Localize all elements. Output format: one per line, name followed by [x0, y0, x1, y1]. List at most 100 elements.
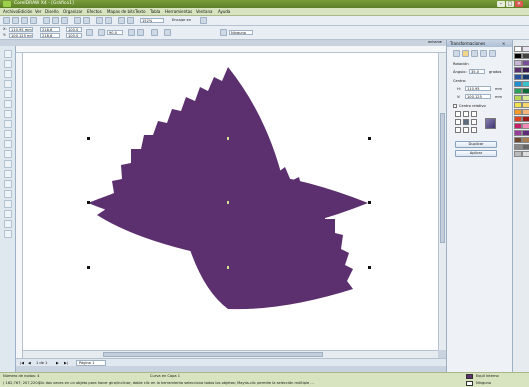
- anchor-top-center[interactable]: [463, 111, 469, 117]
- outline-color-swatch[interactable]: [466, 381, 473, 386]
- swatch-peach[interactable]: [522, 109, 529, 115]
- rectangle-tool-icon[interactable]: [4, 110, 12, 118]
- last-page-icon[interactable]: ▶|: [64, 361, 68, 365]
- menu-archivo[interactable]: Archivo: [3, 9, 18, 15]
- handle-bottom-right[interactable]: [368, 266, 371, 269]
- handle-top-left[interactable]: [87, 137, 90, 140]
- rotation-angle-field[interactable]: 90,0: [107, 30, 123, 35]
- wrap-text-icon[interactable]: [151, 29, 158, 36]
- swatch-dark-green[interactable]: [522, 88, 529, 94]
- drawing-canvas[interactable]: [23, 53, 438, 350]
- swatch-grape[interactable]: [522, 130, 529, 136]
- vertical-scrollbar[interactable]: [438, 53, 446, 350]
- fill-color-swatch[interactable]: [466, 374, 473, 379]
- menu-tabla[interactable]: Tabla: [150, 9, 160, 15]
- menu-organizar[interactable]: Organizar: [63, 9, 83, 15]
- horizontal-scroll-thumb[interactable]: [103, 352, 323, 357]
- outline-tool-icon[interactable]: [4, 210, 12, 218]
- new-document-icon[interactable]: [3, 17, 10, 24]
- handle-top-right[interactable]: [368, 137, 371, 140]
- shape-tool-icon[interactable]: [4, 60, 12, 68]
- anchor-top-left[interactable]: [455, 111, 461, 117]
- menu-edicion[interactable]: Edición: [18, 9, 32, 15]
- prev-page-icon[interactable]: ◀: [28, 361, 31, 365]
- import-icon[interactable]: [96, 17, 103, 24]
- swatch-yellow[interactable]: [514, 102, 522, 108]
- swatch-purple[interactable]: [514, 67, 522, 73]
- duplicate-button[interactable]: Duplicar: [455, 141, 497, 148]
- text-tool-icon[interactable]: [4, 150, 12, 158]
- angle-field[interactable]: 35,0: [469, 69, 485, 74]
- swatch-tan[interactable]: [522, 137, 529, 143]
- handle-bottom-left[interactable]: [87, 266, 90, 269]
- anchor-top-right[interactable]: [471, 111, 477, 117]
- swatch-cyan[interactable]: [522, 81, 529, 87]
- rotated-petal-shape[interactable]: [88, 67, 368, 310]
- position-mode-icon[interactable]: [453, 50, 460, 57]
- swatch-plum[interactable]: [522, 60, 529, 66]
- width-field[interactable]: 218,6: [40, 27, 60, 32]
- snap-to-dropdown[interactable]: Encajar en: [172, 18, 191, 22]
- swatch-navy[interactable]: [522, 74, 529, 80]
- freehand-tool-icon[interactable]: [4, 90, 12, 98]
- blend-tool-icon[interactable]: [4, 190, 12, 198]
- swatch-magenta[interactable]: [514, 123, 522, 129]
- anchor-bottom-right[interactable]: [471, 127, 477, 133]
- center-v-field[interactable]: 100,125: [465, 94, 491, 99]
- menu-ayuda[interactable]: Ayuda: [218, 9, 230, 15]
- undo-icon[interactable]: [74, 17, 81, 24]
- swatch-pale-lime[interactable]: [522, 95, 529, 101]
- smart-fill-tool-icon[interactable]: [4, 100, 12, 108]
- swatch-lilac[interactable]: [514, 60, 522, 66]
- scale-mode-icon[interactable]: [471, 50, 478, 57]
- launcher-icon[interactable]: [118, 17, 125, 24]
- docker-close-icon[interactable]: ×: [502, 40, 505, 47]
- docker-side-tab[interactable]: anhame: [428, 40, 442, 44]
- horizontal-scrollbar[interactable]: [23, 350, 438, 358]
- center-marker[interactable]: [227, 201, 229, 204]
- swatch-gold[interactable]: [522, 102, 529, 108]
- menu-ventana[interactable]: Ventana: [196, 9, 212, 15]
- swatch-pale-violet[interactable]: [522, 46, 529, 52]
- menu-efectos[interactable]: Efectos: [87, 9, 102, 15]
- mirror-horizontal-icon[interactable]: [128, 29, 135, 36]
- page-tab[interactable]: Página 1: [76, 360, 106, 366]
- dimension-tool-icon[interactable]: [4, 170, 12, 178]
- rotate-mode-icon[interactable]: [462, 50, 469, 57]
- menu-diseno[interactable]: Diseño: [45, 9, 59, 15]
- x-position-field[interactable]: 110,95 mm: [9, 27, 33, 32]
- width-scale-field[interactable]: 100,0: [66, 27, 82, 32]
- convert-to-curves-icon[interactable]: [164, 29, 171, 36]
- y-position-field[interactable]: 100,125 mm: [9, 33, 33, 38]
- skew-mode-icon[interactable]: [489, 50, 496, 57]
- minimize-button[interactable]: –: [497, 1, 505, 7]
- menu-ver[interactable]: Ver: [35, 9, 42, 15]
- swatch-deep-purple[interactable]: [522, 67, 529, 73]
- interactive-fill-tool-icon[interactable]: [4, 230, 12, 238]
- mirror-vertical-icon[interactable]: [137, 29, 144, 36]
- print-icon[interactable]: [30, 17, 37, 24]
- swatch-dark-red[interactable]: [522, 116, 529, 122]
- handle-middle-left[interactable]: [87, 201, 90, 204]
- horizontal-ruler[interactable]: [16, 46, 446, 53]
- menu-herramientas[interactable]: Herramientas: [165, 9, 192, 15]
- relative-center-checkbox[interactable]: [453, 104, 457, 108]
- eyedropper-tool-icon[interactable]: [4, 200, 12, 208]
- cut-icon[interactable]: [43, 17, 50, 24]
- height-scale-field[interactable]: 100,0: [66, 33, 82, 38]
- crop-tool-icon[interactable]: [4, 70, 12, 78]
- swatch-black[interactable]: [514, 53, 522, 59]
- swatch-red[interactable]: [514, 116, 522, 122]
- anchor-bottom-center[interactable]: [463, 127, 469, 133]
- swatch-blue[interactable]: [514, 74, 522, 80]
- swatch-brown[interactable]: [514, 137, 522, 143]
- polygon-tool-icon[interactable]: [4, 130, 12, 138]
- swatch-dark-gray[interactable]: [522, 53, 529, 59]
- apply-button[interactable]: Aplicar: [455, 150, 497, 157]
- swatch-green[interactable]: [514, 88, 522, 94]
- swatch-silver[interactable]: [522, 151, 529, 157]
- swatch-mid-gray[interactable]: [522, 144, 529, 150]
- swatch-lime[interactable]: [514, 95, 522, 101]
- vertical-scroll-thumb[interactable]: [440, 113, 445, 243]
- handle-top-center[interactable]: [227, 137, 229, 140]
